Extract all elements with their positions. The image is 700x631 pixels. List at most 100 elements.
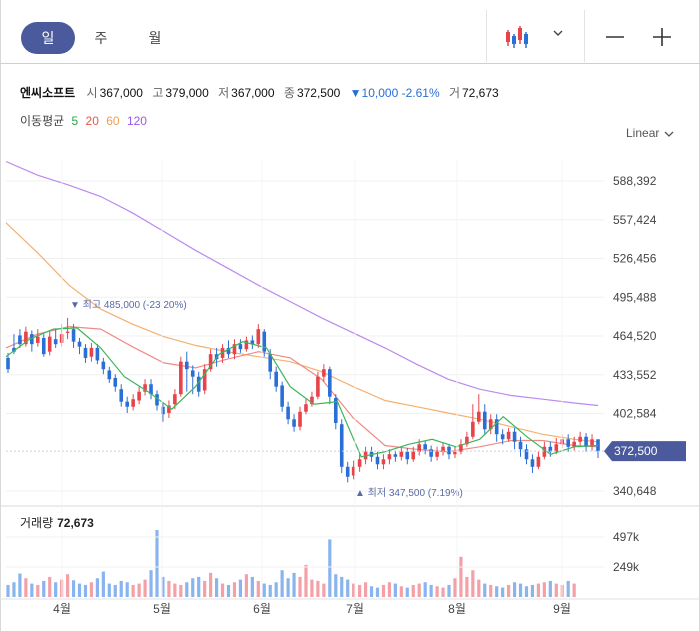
x-tick-label: 7월 [346,602,364,616]
candle-body [280,385,284,407]
volume-bar [6,584,10,597]
volume-bar [447,584,451,597]
candle-body [131,399,135,407]
volume-panel-label: 거래량 72,673 [20,514,94,531]
volume-bar [280,570,284,597]
volume-bar [203,580,207,597]
volume-bar [304,564,308,597]
x-tick-label: 8월 [448,602,466,616]
volume-bar [441,587,445,597]
volume-bar [554,583,558,597]
x-tick-label: 9월 [553,602,571,616]
volume-bar [346,579,350,597]
candle-body [572,441,576,447]
volume-bar [322,583,326,597]
volume-bar [286,578,290,597]
volume-bar [358,584,362,597]
volume-bar [95,578,99,597]
candle-body [35,336,40,343]
volume-bar [369,586,374,597]
volume-bar [71,580,76,597]
y-tick-label: 464,520 [613,329,657,343]
volume-bar [483,583,487,597]
y-tick-label: 557,424 [613,213,657,227]
min-price-annotation: ▲ 최저 347,500 (7.19%) [355,487,463,499]
candle-body [101,361,106,370]
candle-body [18,335,22,345]
candle-body [304,404,308,412]
volume-bar [30,583,34,597]
candle-body [328,369,332,397]
volume-bar [185,582,189,597]
volume-bar [381,584,386,597]
candle-body [399,451,404,457]
candle-body [179,361,183,395]
candle-body [584,436,588,447]
candle-body [65,331,70,333]
ma120-line [5,160,599,407]
volume-bar [536,583,541,597]
volume-bar [489,584,493,597]
candle-body [357,459,362,467]
volume-bar [292,572,296,597]
candle-body [453,451,457,455]
current-price-label: 372,500 [614,444,658,458]
candle-body [578,436,582,442]
volume-bar [274,582,278,597]
volume-bar [334,574,338,597]
y-tick-label: 340,648 [613,484,657,498]
volume-bar [119,580,123,597]
volume-bar [495,586,499,597]
volume-bar [24,578,28,597]
volume-bar [501,587,505,597]
volume-bar [363,582,368,597]
y-tick-label: 433,552 [613,368,657,382]
max-price-annotation: ▼ 최고 485,000 (-23.20%) [70,299,187,311]
y-tick-label: 588,392 [613,174,657,188]
candle-body [238,344,243,350]
volume-bar [250,576,254,597]
volume-bar [512,582,517,597]
candle-body [339,424,344,467]
candle-body [274,371,278,387]
volume-bar [429,584,433,597]
volume-bar [226,584,231,597]
candle-body [77,341,82,347]
volume-bar [411,584,415,597]
price-chart[interactable]: 588,392 557,424 526,456 495,488 464,520 433,5… [0,0,700,631]
candle-body [536,456,541,467]
volume-bar [54,582,58,597]
candle-body [53,339,58,345]
candle-body [411,451,416,460]
volume-bar [262,583,266,597]
volume-bar [572,583,576,597]
volume-bar [83,584,88,597]
volume-bar [137,583,141,597]
y-tick-label: 526,456 [613,252,657,266]
x-tick-label: 4월 [53,602,71,616]
candle-body [137,391,141,401]
candle-body [530,459,535,467]
candle-body [512,431,517,442]
volume-bar [375,587,380,597]
candle-body [47,336,52,352]
candle-body [381,459,386,465]
volume-bar [143,579,147,597]
volume-bar [393,583,397,597]
volume-bar [453,578,457,597]
volume-bar [328,539,332,597]
volume-bar [214,578,219,597]
volume-bar [149,570,153,597]
candle-body [71,329,76,342]
candle-body [482,411,487,430]
volume-bar [238,579,243,597]
candle-body [184,361,189,370]
volume-bar [197,576,201,597]
volume-panel-title: 거래량 [20,516,54,530]
volume-bar [89,582,94,597]
candle-body [6,357,10,370]
candle-body [506,431,511,440]
x-tick-label: 5월 [153,602,171,616]
candle-body [375,456,380,465]
candle-body [256,329,261,345]
